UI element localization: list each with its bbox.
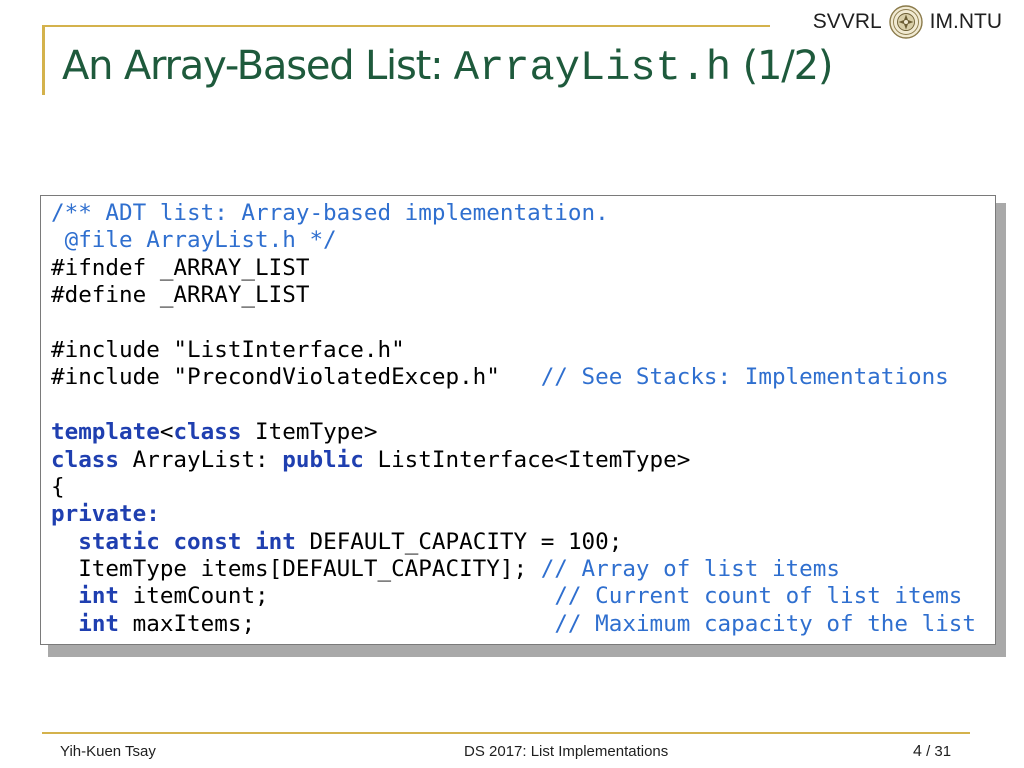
code-comment: // Array of list items [540,556,840,583]
code-keyword: public [282,446,364,473]
code-keyword: class [173,419,242,446]
code-text: ArrayList: [119,446,283,473]
lab-name: SVVRL [812,10,882,33]
code-line: @file ArrayList.h */ [51,227,976,254]
code-keyword: int [255,528,296,555]
code-listing: /** ADT list: Array-based implementation… [51,200,976,638]
code-text: itemCount; [119,583,555,610]
code-text: ItemType> [241,419,378,446]
code-text: ListInterface<ItemType> [363,446,691,473]
code-comment: // See Stacks: Implementations [540,364,949,391]
code-box: /** ADT list: Array-based implementation… [40,195,996,645]
code-keyword: int [78,610,120,637]
code-line: int maxItems; // Maximum capacity of the… [51,611,976,638]
header-rule [42,25,770,27]
code-line: #ifndef _ARRAY_LIST [51,255,976,282]
footer-page-number: 4 / 31 [913,743,951,761]
code-comment: @file ArrayList.h */ [51,227,337,254]
code-line: int itemCount; // Current count of list … [51,583,976,610]
code-text: #include "PrecondViolatedExcep.h" [51,364,541,391]
code-line: class ArrayList: public ListInterface<It… [51,447,976,474]
code-keyword: int [78,583,120,610]
code-keyword: template [51,419,160,446]
code-line: #include "PrecondViolatedExcep.h" // See… [51,364,976,391]
code-text: DEFAULT_CAPACITY = 100; [295,528,623,555]
footer-author: Yih-Kuen Tsay [60,743,156,760]
code-line: ItemType items[DEFAULT_CAPACITY]; // Arr… [51,556,976,583]
code-comment: // Current count of list items [554,583,963,610]
code-text: #ifndef _ARRAY_LIST [51,254,310,281]
code-text: #define _ARRAY_LIST [51,282,310,309]
code-text: ItemType items[DEFAULT_CAPACITY]; [51,556,541,583]
code-line: template<class ItemType> [51,419,976,446]
code-line: #define _ARRAY_LIST [51,282,976,309]
code-line: private: [51,501,976,528]
code-text: #include "ListInterface.h" [51,336,405,363]
page-total: 31 [934,743,952,760]
code-keyword: const [173,528,242,555]
code-keyword: private: [51,501,160,528]
code-text: < [159,419,174,446]
header-side-rule [42,25,45,95]
code-keyword: class [51,446,120,473]
code-text: maxItems; [119,610,555,637]
page-current: 4 [913,743,922,760]
page-separator: / [921,743,935,760]
title-prefix: An Array-Based List: [62,43,454,89]
code-line: /** ADT list: Array-based implementation… [51,200,976,227]
code-comment: /** ADT list: Array-based implementation… [51,200,609,226]
slide-title: An Array-Based List: ArrayList.h (1/2) [62,36,834,98]
code-text: { [51,473,65,500]
title-code: ArrayList.h [453,44,732,92]
footer-rule [42,732,970,734]
code-comment: // Maximum capacity of the list [554,610,977,637]
code-line: #include "ListInterface.h" [51,337,976,364]
dept-name: IM.NTU [929,10,1002,33]
code-keyword: static [78,528,160,555]
title-suffix: (1/2) [731,43,834,89]
header-logo-group: SVVRL IM.NTU [812,5,1002,39]
footer-course: DS 2017: List Implementations [464,743,669,760]
code-line: static const int DEFAULT_CAPACITY = 100; [51,529,976,556]
code-line: { [51,474,976,501]
university-seal-icon [888,5,923,39]
slide: SVVRL IM.NTU An Array-Based List: ArrayL… [0,0,1024,768]
